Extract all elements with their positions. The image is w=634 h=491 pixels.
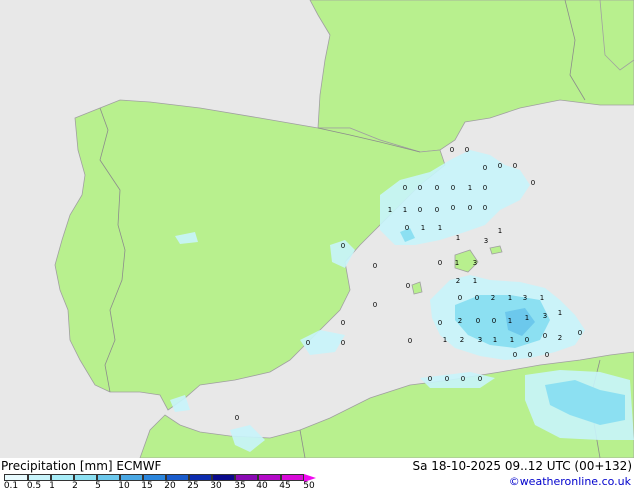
precip-value-label: 0 xyxy=(418,206,422,214)
precip-value-label: 0 xyxy=(578,329,582,337)
precip-value-label: 3 xyxy=(543,312,547,320)
precip-value-label: 0 xyxy=(531,179,535,187)
precip-value-label: 1 xyxy=(438,224,442,232)
legend-swatch xyxy=(120,474,143,481)
precip-value-label: 0 xyxy=(408,337,412,345)
precip-value-label: 0 xyxy=(475,294,479,302)
precip-value-label: 2 xyxy=(456,277,460,285)
precip-value-label: 1 xyxy=(403,206,407,214)
legend-swatch xyxy=(189,474,212,481)
precip-value-label: 1 xyxy=(498,227,502,235)
precip-value-label: 0 xyxy=(235,414,239,422)
footer: Precipitation [mm] ECMWF Sa 18-10-2025 0… xyxy=(0,458,634,491)
precip-value-label: 0 xyxy=(435,206,439,214)
precip-value-label: 0 xyxy=(528,351,532,359)
precip-value-label: 0 xyxy=(468,204,472,212)
precip-value-label: 1 xyxy=(468,184,472,192)
precip-value-label: 0 xyxy=(545,351,549,359)
precip-value-label: 2 xyxy=(458,317,462,325)
legend-swatch xyxy=(235,474,258,481)
precip-value-label: 0 xyxy=(373,301,377,309)
precip-value-label: 1 xyxy=(510,336,514,344)
precip-value-label: 0 xyxy=(445,375,449,383)
precip-value-label: 1 xyxy=(508,294,512,302)
precip-value-label: 0 xyxy=(428,375,432,383)
legend-colorbar xyxy=(4,474,316,482)
precip-value-label: 0 xyxy=(492,317,496,325)
precip-value-label: 0 xyxy=(373,262,377,270)
legend-swatch xyxy=(212,474,235,481)
credit-link[interactable]: ©weatheronline.co.uk xyxy=(509,475,631,489)
valid-time: Sa 18-10-2025 09..12 UTC (00+132) xyxy=(412,459,632,473)
precip-value-label: 2 xyxy=(558,334,562,342)
legend-swatch xyxy=(258,474,281,481)
legend-swatch xyxy=(143,474,166,481)
precipitation-map: 0 0 0 0 0 0 1 0 0 0 0 1 0 1 0 0 0 0 0 0 1 1 1 3 1 0 1 3 2 1 0 0 2 1 3 1 1 0 2 0… xyxy=(0,0,634,458)
precip-value-label: 3 xyxy=(523,294,527,302)
precip-value-label: 1 xyxy=(443,336,447,344)
precip-value-label: 0 xyxy=(465,146,469,154)
precip-value-label: 0 xyxy=(513,162,517,170)
legend-swatch xyxy=(281,474,304,481)
precip-value-label: 0 xyxy=(438,319,442,327)
precip-value-label: 1 xyxy=(473,277,477,285)
precip-value-label: 0 xyxy=(405,224,409,232)
precip-value-label: 0 xyxy=(306,339,310,347)
map-title: Precipitation [mm] ECMWF xyxy=(1,459,162,473)
precip-value-label: 3 xyxy=(473,259,477,267)
precip-value-label: 1 xyxy=(455,259,459,267)
precip-value-label: 1 xyxy=(525,314,529,322)
precip-value-label: 0 xyxy=(458,294,462,302)
legend-swatch xyxy=(4,474,28,481)
precip-value-label: 0 xyxy=(341,319,345,327)
precip-value-label: 1 xyxy=(558,309,562,317)
precip-value-label: 0 xyxy=(461,375,465,383)
precip-value-label: 1 xyxy=(421,224,425,232)
precip-value-label: 0 xyxy=(525,336,529,344)
precip-value-label: 0 xyxy=(476,317,480,325)
precip-value-label: 0 xyxy=(513,351,517,359)
legend-swatch xyxy=(166,474,189,481)
precip-value-label: 0 xyxy=(438,259,442,267)
precip-value-label: 1 xyxy=(456,234,460,242)
precip-value-label: 0 xyxy=(450,146,454,154)
precip-value-label: 3 xyxy=(478,336,482,344)
legend-swatch xyxy=(28,474,51,481)
precip-value-label: 2 xyxy=(460,336,464,344)
legend-swatch xyxy=(74,474,97,481)
precip-value-label: 0 xyxy=(543,332,547,340)
precip-value-label: 0 xyxy=(478,375,482,383)
legend-swatch xyxy=(51,474,74,481)
precip-value-label: 0 xyxy=(418,184,422,192)
precip-value-label: 0 xyxy=(483,204,487,212)
precip-value-label: 0 xyxy=(341,242,345,250)
precip-value-label: 1 xyxy=(493,336,497,344)
precip-value-label: 0 xyxy=(403,184,407,192)
precip-value-label: 1 xyxy=(508,317,512,325)
precip-value-label: 0 xyxy=(435,184,439,192)
legend-swatch xyxy=(97,474,120,481)
precip-value-label: 0 xyxy=(483,184,487,192)
precip-value-label: 0 xyxy=(498,162,502,170)
precip-value-label: 0 xyxy=(406,282,410,290)
precip-value-label: 3 xyxy=(484,237,488,245)
precip-value-label: 2 xyxy=(491,294,495,302)
precip-value-label: 0 xyxy=(483,164,487,172)
precip-value-label: 1 xyxy=(540,294,544,302)
precip-value-label: 0 xyxy=(451,204,455,212)
precip-value-label: 0 xyxy=(341,339,345,347)
precip-value-label: 1 xyxy=(388,206,392,214)
precip-value-label: 0 xyxy=(451,184,455,192)
